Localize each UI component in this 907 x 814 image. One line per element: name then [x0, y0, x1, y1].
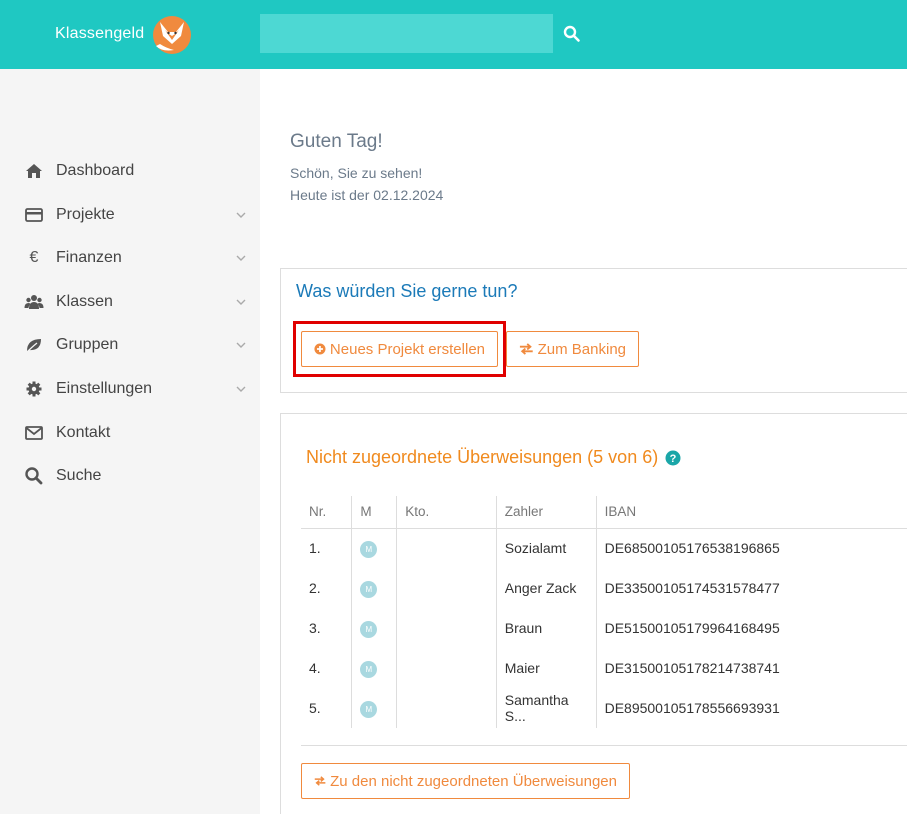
euro-icon: € — [29, 249, 39, 266]
cell-nr: 2. — [309, 580, 321, 596]
cell-m: M — [351, 608, 397, 648]
cell-m: M — [351, 528, 397, 568]
brand[interactable]: Klassengeld — [55, 12, 198, 56]
greeting-subtitle: Schön, Sie zu sehen! — [290, 165, 423, 181]
question-circle-icon[interactable]: ? — [665, 450, 681, 466]
new-project-button[interactable]: Neues Projekt erstellen — [301, 331, 498, 367]
sidebar-item-klassen[interactable]: Klassen — [0, 282, 260, 322]
users-icon — [24, 295, 44, 309]
cell-iban: DE89500105178556693931 — [595, 688, 907, 728]
chevron-down-icon — [236, 386, 246, 392]
cell-iban: DE51500105179964168495 — [595, 608, 907, 648]
cell-zahler: Sozialamt — [495, 528, 597, 568]
cell-zahler: Maier — [495, 648, 597, 688]
cell-iban: DE33500105174531578477 — [595, 568, 907, 608]
cell-iban: DE68500105176538196865 — [595, 528, 907, 568]
sidebar-item-einstellungen[interactable]: Einstellungen — [0, 369, 260, 409]
sidebar-item-label: Einstellungen — [56, 380, 153, 397]
column-header[interactable]: Nr. — [301, 496, 352, 529]
table-divider — [301, 745, 907, 746]
search-icon[interactable] — [562, 24, 582, 44]
actions-panel: Was würden Sie gerne tun? Neues Projekt … — [280, 268, 907, 393]
sidebar-item-label: Finanzen — [56, 249, 122, 266]
table-row[interactable]: 1. M Sozialamt DE68500105176538196865 — [301, 528, 907, 568]
sidebar-item-finanzen[interactable]: € Finanzen — [0, 238, 260, 278]
sidebar-item-gruppen[interactable]: Gruppen — [0, 325, 260, 365]
sidebar-item-label: Dashboard — [56, 162, 135, 179]
sidebar-item-dashboard[interactable]: Dashboard — [0, 151, 260, 191]
chevron-down-icon — [236, 342, 246, 348]
cell-m: M — [351, 648, 397, 688]
cell-zahler: Braun — [495, 608, 597, 648]
top-bar: Klassengeld — [0, 0, 907, 69]
home-icon — [26, 164, 42, 178]
column-header[interactable]: Zahler — [495, 496, 597, 529]
cell-kto — [396, 608, 497, 648]
sidebar-item-label: Projekte — [56, 206, 115, 223]
sidebar-item-kontakt[interactable]: Kontakt — [0, 413, 260, 453]
leaf-icon — [25, 339, 41, 354]
chevron-down-icon — [236, 212, 246, 218]
column-header[interactable]: Kto. — [396, 496, 497, 529]
chevron-down-icon — [236, 255, 246, 261]
credit-card-icon — [25, 208, 43, 222]
member-badge: M — [360, 620, 378, 638]
exchange-icon — [519, 343, 533, 355]
gear-icon — [26, 381, 42, 397]
brand-name: Klassengeld — [55, 25, 145, 42]
sidebar-item-label: Gruppen — [56, 336, 119, 353]
page-title: Guten Tag! — [290, 131, 383, 152]
column-header[interactable]: M — [351, 496, 397, 529]
cell-kto — [396, 568, 497, 608]
table-row[interactable]: 2. M Anger Zack DE33500105174531578477 — [301, 568, 907, 608]
column-header[interactable]: IBAN — [595, 496, 907, 529]
table-row[interactable]: 4. M Maier DE31500105178214738741 — [301, 648, 907, 688]
sidebar-item-suche[interactable]: Suche — [0, 456, 260, 496]
cell-kto — [396, 648, 497, 688]
unassigned-button-label: Zu den nicht zugeordneten Überweisungen — [330, 772, 617, 790]
unassigned-title: Nicht zugeordnete Überweisungen (5 von 6… — [306, 447, 659, 467]
cell-m: M — [351, 568, 397, 608]
cell-kto — [396, 528, 497, 568]
unassigned-transfers-button[interactable]: Zu den nicht zugeordneten Überweisungen — [301, 763, 630, 799]
sidebar-item-label: Suche — [56, 467, 102, 484]
cell-zahler: Anger Zack — [495, 568, 597, 608]
cell-zahler: Samantha S... — [495, 688, 597, 728]
member-badge: M — [360, 580, 378, 598]
cell-nr: 1. — [309, 540, 321, 557]
fox-logo-icon — [153, 16, 192, 54]
banking-button[interactable]: Zum Banking — [506, 331, 639, 367]
unassigned-transfers-panel: Nicht zugeordnete Überweisungen (5 von 6… — [280, 413, 907, 814]
member-badge: M — [360, 540, 378, 558]
table-header-row: Nr. M Kto. Zahler IBAN — [301, 496, 907, 529]
sidebar: Dashboard Projekte € Finanzen Klassen Gr… — [0, 69, 260, 814]
greeting-date: Heute ist der 02.12.2024 — [290, 187, 444, 203]
member-badge: M — [360, 700, 378, 718]
cell-iban: DE31500105178214738741 — [595, 648, 907, 688]
cell-m: M — [351, 688, 397, 728]
cell-nr: 3. — [309, 620, 321, 636]
cell-nr: 5. — [309, 700, 321, 716]
table-row[interactable]: 3. M Braun DE51500105179964168495 — [301, 608, 907, 648]
actions-title: Was würden Sie gerne tun? — [296, 281, 518, 301]
banking-label: Zum Banking — [537, 340, 626, 358]
search-input[interactable] — [260, 14, 553, 53]
sidebar-item-label: Klassen — [56, 293, 113, 310]
envelope-icon — [25, 426, 43, 440]
member-badge: M — [360, 660, 378, 678]
unassigned-table: Nr. M Kto. Zahler IBAN 1. M Sozialamt DE… — [301, 496, 907, 728]
chevron-down-icon — [236, 299, 246, 305]
sidebar-item-projekte[interactable]: Projekte — [0, 195, 260, 235]
exchange-icon — [314, 776, 326, 786]
sidebar-item-label: Kontakt — [56, 424, 111, 441]
cell-nr: 4. — [309, 660, 321, 676]
svg-text:?: ? — [670, 453, 677, 465]
table-row[interactable]: 5. M Samantha S... DE8950010517855669393… — [301, 688, 907, 728]
cell-kto — [396, 688, 497, 728]
main-content: Guten Tag! Schön, Sie zu sehen! Heute is… — [260, 69, 907, 814]
search-icon — [25, 467, 43, 485]
new-project-label: Neues Projekt erstellen — [329, 340, 485, 358]
plus-circle-icon — [314, 343, 326, 355]
